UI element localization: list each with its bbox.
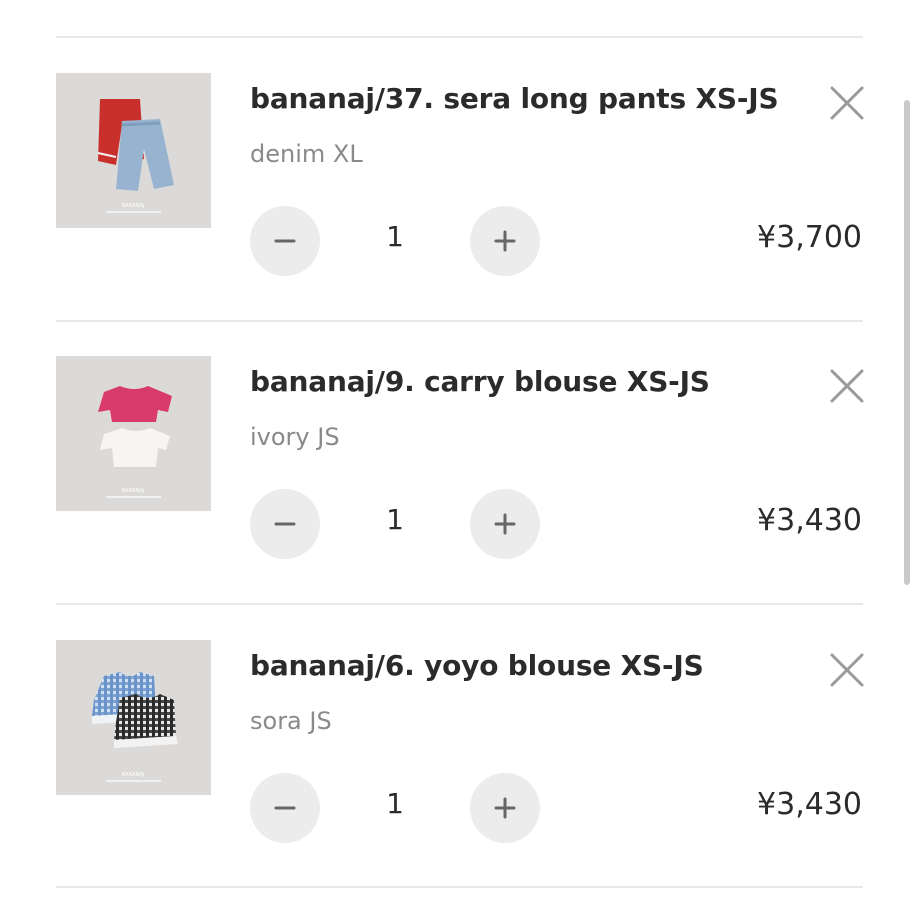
plus-icon (494, 230, 516, 252)
product-title[interactable]: bananaj/6. yoyo blouse XS-JS (250, 649, 704, 682)
product-thumbnail[interactable]: BANANAJ (56, 640, 211, 795)
product-variant: sora JS (250, 707, 332, 735)
svg-text:BANANAJ: BANANAJ (122, 488, 145, 494)
remove-item-button[interactable] (826, 649, 868, 691)
decrease-quantity-button[interactable] (250, 206, 320, 276)
increase-quantity-button[interactable] (470, 489, 540, 559)
item-price: ¥3,430 (757, 787, 862, 822)
product-variant: denim XL (250, 140, 363, 168)
divider (56, 886, 863, 888)
close-icon (830, 86, 864, 120)
cart-item-list: BANANAJ bananaj/37. sera long pants XS-J… (0, 0, 920, 920)
cart-item: BANANAJ bananaj/9. carry blouse XS-JS iv… (0, 321, 920, 604)
item-price: ¥3,700 (757, 220, 862, 255)
quantity-value: 1 (386, 220, 404, 253)
quantity-value: 1 (386, 787, 404, 820)
item-price: ¥3,430 (757, 503, 862, 538)
blouse-image: BANANAJ (56, 356, 211, 511)
cart-item: BANANAJ bananaj/6. yoyo blouse XS-JS sor… (0, 605, 920, 888)
plus-icon (494, 797, 516, 819)
plus-icon (494, 513, 516, 535)
minus-icon (274, 239, 296, 243)
product-thumbnail[interactable]: BANANAJ (56, 356, 211, 511)
cart-item: BANANAJ bananaj/37. sera long pants XS-J… (0, 38, 920, 321)
product-title[interactable]: bananaj/37. sera long pants XS-JS (250, 82, 779, 115)
minus-icon (274, 522, 296, 526)
product-variant: ivory JS (250, 423, 340, 451)
remove-item-button[interactable] (826, 82, 868, 124)
scrollbar[interactable] (904, 100, 910, 585)
product-title[interactable]: bananaj/9. carry blouse XS-JS (250, 365, 710, 398)
increase-quantity-button[interactable] (470, 773, 540, 843)
gingham-blouse-image: BANANAJ (56, 640, 211, 795)
svg-text:BANANAJ: BANANAJ (122, 772, 145, 778)
close-icon (830, 653, 864, 687)
decrease-quantity-button[interactable] (250, 773, 320, 843)
svg-text:BANANAJ: BANANAJ (122, 203, 145, 209)
pants-image: BANANAJ (56, 73, 211, 228)
quantity-value: 1 (386, 503, 404, 536)
decrease-quantity-button[interactable] (250, 489, 320, 559)
remove-item-button[interactable] (826, 365, 868, 407)
close-icon (830, 369, 864, 403)
increase-quantity-button[interactable] (470, 206, 540, 276)
minus-icon (274, 806, 296, 810)
product-thumbnail[interactable]: BANANAJ (56, 73, 211, 228)
